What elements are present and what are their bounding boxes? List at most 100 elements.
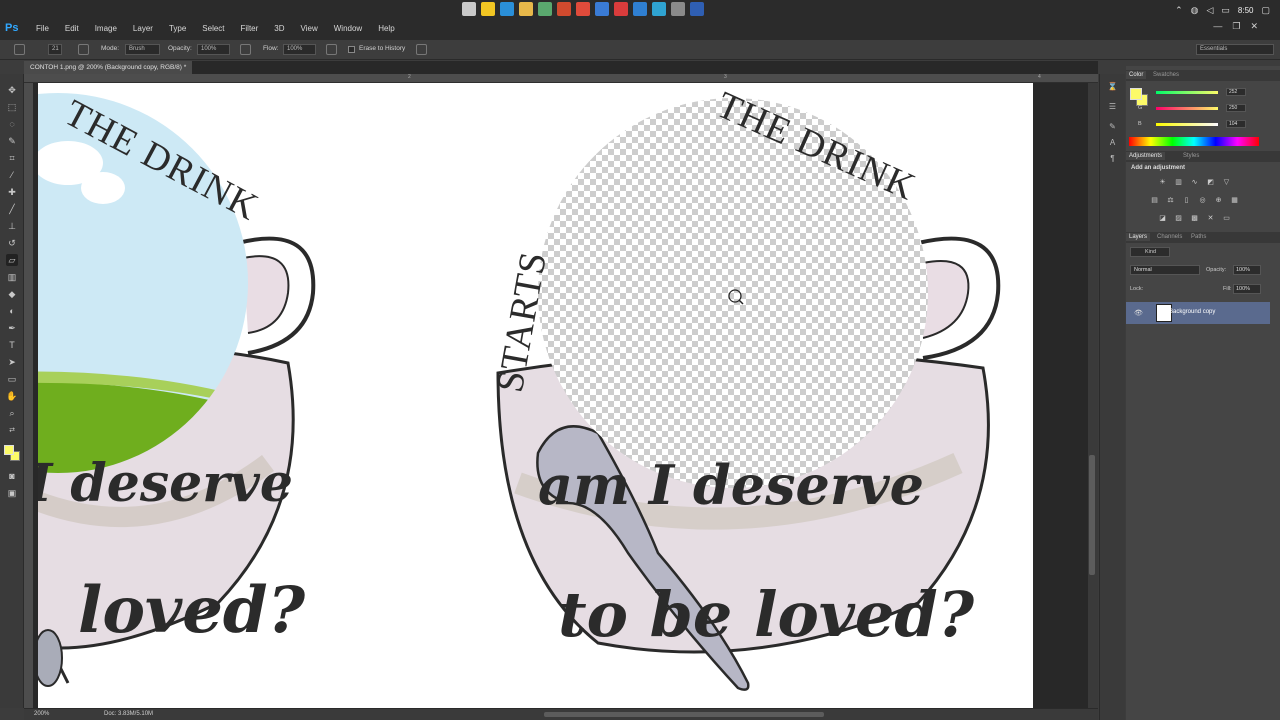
gradient-map-icon[interactable]: ▭ [1222, 214, 1231, 223]
pen-tool-icon[interactable]: ✒ [6, 322, 18, 334]
zoom-level[interactable]: 200% [34, 711, 49, 717]
eraser-tool-preset-icon[interactable] [14, 44, 25, 55]
move-tool-icon[interactable]: ✥ [6, 84, 18, 96]
notification-icon[interactable]: ▢ [1261, 5, 1270, 16]
network-icon[interactable]: ◍ [1191, 5, 1199, 16]
menu-view[interactable]: View [293, 22, 326, 36]
chevron-up-icon[interactable]: ⌃ [1175, 5, 1183, 16]
quick-select-tool-icon[interactable]: ✎ [6, 135, 18, 147]
taskbar-app-icon[interactable] [538, 2, 552, 16]
tab-swatches[interactable]: Swatches [1150, 71, 1182, 79]
threshold-icon[interactable]: ▩ [1190, 214, 1199, 223]
taskbar-app-icon[interactable] [614, 2, 628, 16]
tab-adjustments[interactable]: Adjustments [1126, 152, 1166, 160]
red-slider[interactable]: R 252 [1126, 88, 1280, 98]
red-track[interactable] [1156, 91, 1218, 94]
horizontal-scroll-thumb[interactable] [544, 712, 824, 717]
horizontal-ruler[interactable]: 2 3 4 [24, 74, 1098, 83]
brush-tool-icon[interactable]: ╱ [6, 203, 18, 215]
selective-color-icon[interactable]: ✕ [1206, 214, 1215, 223]
red-value[interactable]: 252 [1226, 88, 1246, 96]
menu-layer[interactable]: Layer [125, 22, 161, 36]
visibility-eye-icon[interactable]: 👁 [1134, 309, 1143, 317]
marquee-tool-icon[interactable]: ⬚ [6, 101, 18, 113]
workspace-select[interactable]: Essentials [1196, 44, 1274, 55]
green-value[interactable]: 250 [1226, 104, 1246, 112]
quick-mask-icon[interactable]: ◙ [6, 470, 18, 482]
volume-icon[interactable]: ◁ [1206, 5, 1213, 16]
pressure-size-icon[interactable] [416, 44, 427, 55]
document-canvas[interactable]: THE DRINK I deserve loved? THE DRINK STA… [38, 83, 1033, 708]
pressure-opacity-icon[interactable] [240, 44, 251, 55]
tab-layers[interactable]: Layers [1126, 233, 1151, 241]
color-fg-swatch[interactable] [1130, 88, 1142, 100]
posterize-icon[interactable]: ▨ [1174, 214, 1183, 223]
taskbar-app-icon[interactable] [500, 2, 514, 16]
keyboard-icon[interactable]: ▭ [1221, 5, 1230, 16]
paragraph-panel-icon[interactable]: ¶ [1107, 154, 1118, 165]
eraser-tool-icon[interactable]: ▱ [6, 254, 18, 266]
taskbar-app-icon[interactable] [557, 2, 571, 16]
tab-channels[interactable]: Channels [1154, 233, 1185, 241]
color-balance-icon[interactable]: ⚖ [1166, 196, 1175, 205]
taskbar-app-icon[interactable] [633, 2, 647, 16]
taskbar-app-icon[interactable] [652, 2, 666, 16]
taskbar-app-icon[interactable] [595, 2, 609, 16]
vertical-scrollbar[interactable] [1088, 83, 1098, 708]
layer-opacity-input[interactable]: 100% [1233, 265, 1261, 275]
green-track[interactable] [1156, 107, 1218, 110]
blue-value[interactable]: 104 [1226, 120, 1246, 128]
clock[interactable]: 8:50 [1238, 6, 1254, 15]
restore-icon[interactable]: ❐ [1232, 21, 1240, 32]
taskbar-app-icon[interactable] [690, 2, 704, 16]
zoom-tool-icon[interactable]: ⌕ [6, 407, 18, 419]
tab-paths[interactable]: Paths [1188, 233, 1209, 241]
vertical-scroll-thumb[interactable] [1089, 455, 1095, 575]
fill-input[interactable]: 100% [1233, 284, 1261, 294]
taskbar-app-icon[interactable] [481, 2, 495, 16]
exposure-icon[interactable]: ◩ [1206, 178, 1215, 187]
black-white-icon[interactable]: ▯ [1182, 196, 1191, 205]
foreground-color-swatch[interactable] [4, 445, 14, 455]
history-panel-icon[interactable]: ⌛ [1107, 82, 1118, 93]
clone-stamp-tool-icon[interactable]: ⊥ [6, 220, 18, 232]
doc-size[interactable]: Doc: 3.83M/5.10M [104, 711, 153, 717]
taskbar-app-icon[interactable] [576, 2, 590, 16]
color-spectrum-bar[interactable] [1129, 137, 1259, 146]
blend-mode-select[interactable]: Normal [1130, 265, 1200, 275]
invert-icon[interactable]: ◪ [1158, 214, 1167, 223]
menu-window[interactable]: Window [326, 22, 370, 36]
curves-icon[interactable]: ∿ [1190, 178, 1199, 187]
blue-slider[interactable]: B 104 [1126, 120, 1280, 130]
photo-filter-icon[interactable]: ◎ [1198, 196, 1207, 205]
path-select-tool-icon[interactable]: ➤ [6, 356, 18, 368]
healing-tool-icon[interactable]: ✚ [6, 186, 18, 198]
blur-tool-icon[interactable]: ◆ [6, 288, 18, 300]
tab-styles[interactable]: Styles [1180, 152, 1202, 160]
menu-image[interactable]: Image [87, 22, 125, 36]
menu-edit[interactable]: Edit [57, 22, 87, 36]
menu-help[interactable]: Help [370, 22, 402, 36]
gradient-tool-icon[interactable]: ▥ [6, 271, 18, 283]
airbrush-icon[interactable] [326, 44, 337, 55]
menu-3d[interactable]: 3D [266, 22, 292, 36]
close-icon[interactable]: ✕ [1250, 21, 1258, 32]
layer-row[interactable]: 👁 Background copy [1126, 302, 1270, 324]
brush-size-picker[interactable]: 21 [48, 44, 62, 55]
crop-tool-icon[interactable]: ⌗ [6, 152, 18, 164]
channel-mixer-icon[interactable]: ⊕ [1214, 196, 1223, 205]
vibrance-icon[interactable]: ▽ [1222, 178, 1231, 187]
layer-filter-kind[interactable]: Kind [1130, 247, 1170, 257]
taskbar-app-icon[interactable] [671, 2, 685, 16]
hand-tool-icon[interactable]: ✋ [6, 390, 18, 402]
menu-filter[interactable]: Filter [233, 22, 267, 36]
history-brush-tool-icon[interactable]: ↺ [6, 237, 18, 249]
swap-colors-icon[interactable]: ⇄ [6, 425, 18, 437]
menu-type[interactable]: Type [161, 22, 194, 36]
taskbar-app-icon[interactable] [462, 2, 476, 16]
color-lookup-icon[interactable]: ▦ [1230, 196, 1239, 205]
lasso-tool-icon[interactable]: ◌ [6, 118, 18, 130]
erase-to-history-checkbox[interactable] [348, 46, 355, 53]
dodge-tool-icon[interactable]: ◐ [6, 305, 18, 317]
properties-panel-icon[interactable]: ☰ [1107, 102, 1118, 113]
